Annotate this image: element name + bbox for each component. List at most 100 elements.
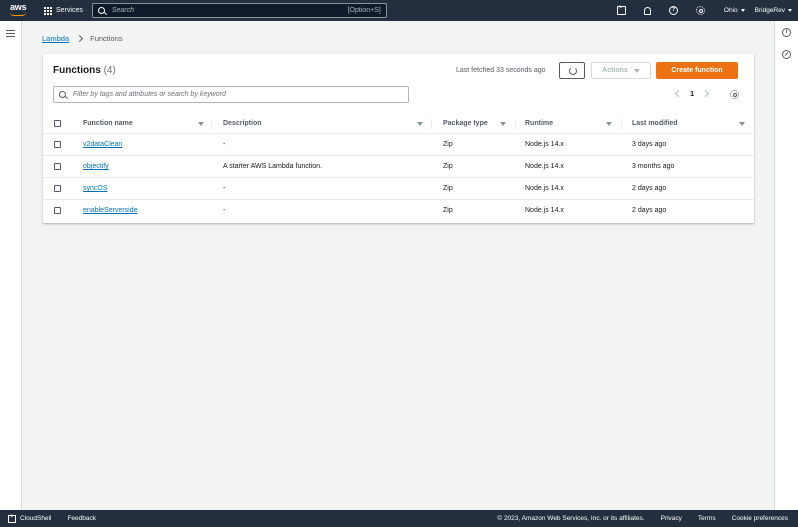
- header-description[interactable]: Description: [223, 120, 262, 127]
- account-label: BridgeRev: [754, 7, 785, 14]
- panel-title: Functions (4): [53, 65, 116, 76]
- function-last-modified: 2 days ago: [632, 185, 667, 192]
- function-name-link[interactable]: syncOS: [83, 185, 108, 192]
- header-function-name[interactable]: Function name: [83, 120, 133, 127]
- function-description: -: [223, 141, 226, 148]
- row-checkbox[interactable]: [54, 141, 61, 148]
- right-side-rail: i: [774, 21, 798, 510]
- cookie-preferences-link[interactable]: Cookie preferences: [732, 515, 788, 522]
- info-icon[interactable]: i: [782, 28, 791, 37]
- row-checkbox[interactable]: [54, 185, 61, 192]
- region-label: Ohio: [723, 7, 738, 14]
- table-header: Function name Description Package type R…: [43, 114, 754, 134]
- function-description: -: [223, 207, 226, 214]
- column-divider: [621, 119, 622, 129]
- aws-smile-icon: [10, 12, 26, 16]
- cloudshell-icon[interactable]: [616, 5, 626, 15]
- grid-icon: [44, 6, 52, 15]
- function-runtime: Node.js 14.x: [525, 141, 564, 148]
- function-description: A starter AWS Lambda function.: [223, 163, 322, 170]
- function-name-link[interactable]: objectify: [83, 163, 109, 170]
- cloudshell-icon[interactable]: [8, 514, 16, 523]
- function-description: -: [223, 185, 226, 192]
- sort-caret-icon[interactable]: [500, 122, 506, 126]
- terms-link[interactable]: Terms: [698, 515, 716, 522]
- privacy-link[interactable]: Privacy: [661, 515, 682, 522]
- sort-caret-icon[interactable]: [417, 122, 423, 126]
- table-row[interactable]: syncOS - Zip Node.js 14.x 2 days ago: [43, 178, 754, 200]
- region-selector[interactable]: Ohio: [724, 7, 745, 14]
- account-menu[interactable]: BridgeRev: [755, 7, 792, 14]
- table-row[interactable]: enableServerside - Zip Node.js 14.x 2 da…: [43, 200, 754, 222]
- column-divider: [431, 119, 432, 129]
- refresh-icon: [569, 67, 577, 75]
- actions-label: Actions: [602, 67, 628, 74]
- actions-dropdown-button[interactable]: Actions: [591, 62, 651, 79]
- left-side-rail: [0, 21, 22, 510]
- function-name-link[interactable]: v2dataClean: [83, 141, 122, 148]
- caret-down-icon: [740, 9, 745, 12]
- global-search-input[interactable]: Search [Option+S]: [91, 3, 387, 18]
- top-navigation: aws Services Search [Option+S] ? Ohio Br…: [0, 0, 798, 21]
- select-all-checkbox[interactable]: [54, 120, 61, 127]
- page-number[interactable]: 1: [690, 89, 694, 98]
- sort-caret-icon[interactable]: [739, 122, 745, 126]
- services-menu-button[interactable]: Services: [44, 6, 83, 15]
- search-icon: [97, 7, 105, 14]
- function-last-modified: 3 months ago: [632, 163, 675, 170]
- sort-caret-icon[interactable]: [198, 122, 204, 126]
- function-count: (4): [103, 65, 116, 76]
- next-page-icon[interactable]: [702, 89, 710, 98]
- previous-page-icon[interactable]: [674, 89, 683, 98]
- refresh-button[interactable]: [559, 62, 585, 79]
- search-shortcut-hint: [Option+S]: [347, 7, 381, 14]
- console-footer: CloudShell Feedback © 2023, Amazon Web S…: [0, 510, 798, 527]
- function-package-type: Zip: [443, 141, 453, 148]
- table-preferences-gear-icon[interactable]: [730, 90, 739, 99]
- caret-down-icon: [633, 68, 640, 73]
- function-runtime: Node.js 14.x: [525, 163, 564, 170]
- table-row[interactable]: objectify A starter AWS Lambda function.…: [43, 156, 754, 178]
- menu-hamburger-icon[interactable]: [6, 30, 15, 37]
- function-runtime: Node.js 14.x: [525, 207, 564, 214]
- gauge-icon[interactable]: [782, 50, 791, 59]
- nav-right-controls: ? Ohio BridgeRev: [608, 0, 792, 21]
- chevron-right-icon: [76, 34, 84, 43]
- function-name-link[interactable]: enableServerside: [83, 207, 137, 214]
- search-icon: [59, 91, 66, 98]
- breadcrumb: Lambda Functions: [42, 34, 123, 43]
- panel-title-text: Functions: [53, 65, 101, 76]
- header-package-type[interactable]: Package type: [443, 120, 488, 127]
- copyright-text: © 2023, Amazon Web Services, Inc. or its…: [497, 515, 645, 522]
- settings-gear-icon[interactable]: [695, 6, 705, 15]
- cloudshell-link[interactable]: CloudShell: [20, 515, 51, 522]
- function-package-type: Zip: [443, 207, 453, 214]
- function-last-modified: 3 days ago: [632, 141, 667, 148]
- column-divider: [211, 119, 212, 129]
- row-checkbox[interactable]: [54, 207, 61, 214]
- functions-panel: Functions (4) Last fetched 33 seconds ag…: [43, 54, 754, 223]
- feedback-link[interactable]: Feedback: [67, 515, 96, 522]
- header-runtime[interactable]: Runtime: [525, 120, 553, 127]
- create-function-button[interactable]: Create function: [656, 62, 738, 79]
- function-package-type: Zip: [443, 163, 453, 170]
- function-last-modified: 2 days ago: [632, 207, 667, 214]
- notifications-bell-icon[interactable]: [643, 6, 651, 15]
- column-divider: [515, 119, 516, 129]
- table-row[interactable]: v2dataClean - Zip Node.js 14.x 3 days ag…: [43, 134, 754, 156]
- function-package-type: Zip: [443, 185, 453, 192]
- footer-right: © 2023, Amazon Web Services, Inc. or its…: [497, 510, 788, 527]
- last-fetched-text: Last fetched 33 seconds ago: [456, 67, 546, 74]
- caret-down-icon: [788, 9, 792, 12]
- breadcrumb-current: Functions: [90, 34, 123, 43]
- sort-caret-icon[interactable]: [606, 122, 612, 126]
- aws-logo-text: aws: [10, 2, 27, 12]
- aws-logo[interactable]: aws: [6, 0, 40, 21]
- breadcrumb-lambda-link[interactable]: Lambda: [42, 34, 69, 43]
- filter-input[interactable]: Filter by tags and attributes or search …: [53, 86, 409, 103]
- function-runtime: Node.js 14.x: [525, 185, 564, 192]
- help-icon[interactable]: ?: [668, 6, 678, 15]
- row-checkbox[interactable]: [54, 163, 61, 170]
- filter-placeholder: Filter by tags and attributes or search …: [73, 91, 226, 98]
- header-last-modified[interactable]: Last modified: [632, 120, 678, 127]
